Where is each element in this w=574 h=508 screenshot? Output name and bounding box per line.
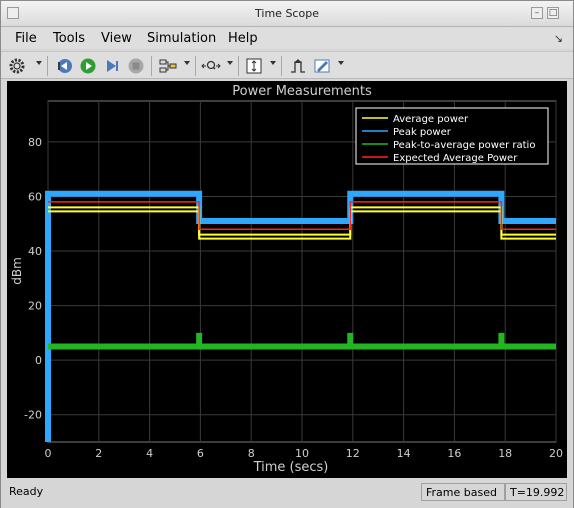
toolbar-separator [47, 56, 48, 76]
window-menu-button[interactable] [7, 7, 19, 19]
window-title: Time Scope [255, 7, 319, 20]
power-measurements-chart[interactable]: Power Measurements 0 2 4 6 8 10 12 14 16 18 20 -20 0… [7, 81, 567, 478]
menu-help[interactable]: Help [228, 31, 258, 46]
y-axis-label: dBm [10, 257, 24, 285]
legend[interactable]: Average power Peak power Peak-to-average p… [355, 107, 549, 165]
legend-entry[interactable]: Peak-to-average power ratio [393, 140, 535, 151]
trigger-icon[interactable] [288, 56, 308, 76]
step-back-icon[interactable] [54, 56, 74, 76]
stop-icon[interactable] [126, 56, 146, 76]
zoom-dropdown-icon[interactable] [227, 61, 233, 65]
y-tick-label: 80 [28, 136, 42, 149]
x-tick-label: 16 [447, 447, 461, 460]
cursor-measurement-icon[interactable] [312, 56, 332, 76]
step-forward-icon[interactable] [102, 56, 122, 76]
x-tick-label: 8 [248, 447, 255, 460]
x-tick-label: 18 [498, 447, 512, 460]
y-tick-label: 60 [28, 190, 42, 203]
routing-dropdown-icon[interactable] [184, 61, 190, 65]
x-tick-label: 14 [397, 447, 411, 460]
status-mode: Frame based [421, 483, 505, 501]
legend-entry[interactable]: Expected Average Power [393, 153, 518, 164]
x-tick-label: 6 [197, 447, 204, 460]
y-tick-label: -20 [24, 409, 42, 422]
x-tick-label: 0 [45, 447, 52, 460]
toolbar-separator [195, 56, 196, 76]
x-tick-label: 12 [346, 447, 360, 460]
autoscale-icon[interactable] [244, 56, 264, 76]
autoscale-dropdown-icon[interactable] [270, 61, 276, 65]
x-tick-label: 4 [146, 447, 153, 460]
dock-arrow-icon[interactable]: ↘ [554, 32, 563, 45]
chart-title: Power Measurements [232, 84, 372, 99]
menu-file[interactable]: File [15, 31, 37, 46]
maximize-button[interactable]: □ [547, 7, 559, 19]
toolbar-separator [281, 56, 282, 76]
time-scope-window: Time Scope – □ File Tools View Simulatio… [0, 0, 574, 508]
y-tick-label: 0 [35, 354, 42, 367]
gear-icon[interactable] [7, 56, 27, 76]
measurements-dropdown-icon[interactable] [338, 61, 344, 65]
toolbar-separator [151, 56, 152, 76]
x-tick-label: 20 [549, 447, 563, 460]
run-icon[interactable] [78, 56, 98, 76]
status-state: Ready [9, 485, 44, 498]
legend-entry[interactable]: Peak power [393, 127, 452, 138]
menu-tools[interactable]: Tools [53, 31, 85, 46]
y-tick-label: 40 [28, 245, 42, 258]
scope-display: Power Measurements 0 2 4 6 8 10 12 14 16 18 20 -20 0… [7, 81, 567, 478]
x-axis-label: Time (secs) [253, 460, 329, 475]
menu-simulation[interactable]: Simulation [147, 31, 216, 46]
title-bar: Time Scope – □ [1, 1, 573, 27]
minimize-button[interactable]: – [531, 7, 543, 19]
toolbar-separator [238, 56, 239, 76]
signal-routing-icon[interactable] [158, 56, 178, 76]
status-time: T=19.992 [505, 483, 567, 501]
y-tick-label: 20 [28, 300, 42, 313]
x-tick-label: 2 [95, 447, 102, 460]
toolbar [1, 51, 573, 79]
x-tick-label: 10 [295, 447, 309, 460]
zoom-icon[interactable] [201, 56, 221, 76]
menu-bar: File Tools View Simulation Help ↘ [1, 27, 573, 49]
legend-entry[interactable]: Average power [393, 114, 469, 125]
settings-dropdown-icon[interactable] [36, 61, 42, 65]
status-bar: Ready Frame based T=19.992 [1, 479, 573, 508]
menu-view[interactable]: View [101, 31, 132, 46]
